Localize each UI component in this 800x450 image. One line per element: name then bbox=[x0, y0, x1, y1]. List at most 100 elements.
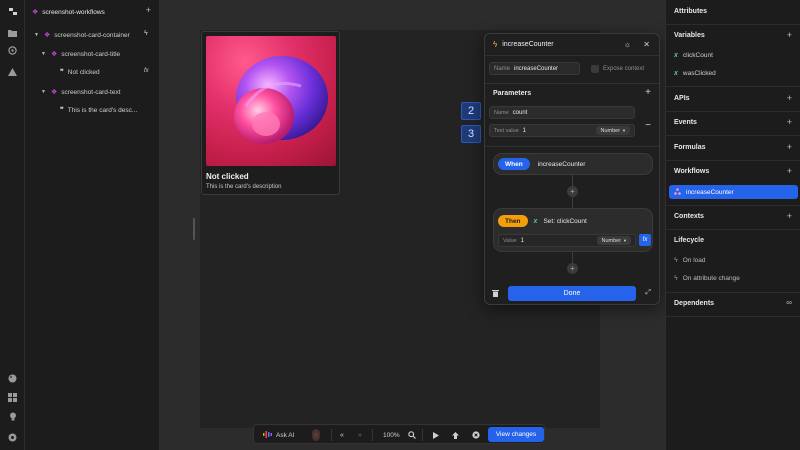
link-icon[interactable]: ∞ bbox=[786, 298, 792, 307]
type-select[interactable]: Number ▼ bbox=[596, 126, 630, 135]
remove-parameter-button[interactable]: − bbox=[645, 120, 651, 131]
type-select-label: Number bbox=[600, 127, 621, 134]
expand-icon[interactable]: ⤢ bbox=[645, 289, 651, 297]
add-api-button[interactable]: + bbox=[787, 93, 792, 103]
resize-handle[interactable] bbox=[193, 218, 195, 240]
lightbulb-icon[interactable] bbox=[7, 411, 18, 422]
dependents-heading[interactable]: Dependents bbox=[674, 300, 714, 307]
workflows-heading[interactable]: Workflows bbox=[674, 168, 709, 175]
add-workflow-button[interactable]: + bbox=[787, 166, 792, 176]
lightning-icon: ϟ bbox=[144, 30, 148, 37]
variable-item[interactable]: x clickCount bbox=[674, 52, 713, 59]
help-icon[interactable] bbox=[7, 432, 18, 443]
divider bbox=[422, 429, 423, 441]
trash-icon[interactable] bbox=[492, 289, 499, 299]
divider bbox=[666, 205, 800, 206]
divider bbox=[666, 135, 800, 136]
variables-heading[interactable]: Variables bbox=[674, 32, 705, 39]
workflow-name-field[interactable]: Name increaseCounter bbox=[489, 62, 580, 75]
add-formula-button[interactable]: + bbox=[787, 142, 792, 152]
action-block[interactable]: Then x Set: clickCount Value 1 Number ▼ … bbox=[493, 208, 653, 252]
view-changes-button[interactable]: View changes bbox=[488, 427, 544, 442]
workflow-name-value: increaseCounter bbox=[514, 65, 559, 72]
annotation-badge: 2 bbox=[461, 102, 481, 120]
component-icon[interactable] bbox=[7, 45, 18, 56]
chevron-down-icon[interactable]: ▼ bbox=[41, 89, 47, 95]
popup-header: ϟ increaseCounter ☼ ✕ bbox=[485, 34, 659, 56]
rewind-icon[interactable]: « bbox=[340, 425, 344, 445]
formula-button[interactable]: fx bbox=[639, 234, 651, 246]
events-heading[interactable]: Events bbox=[674, 119, 697, 126]
warning-icon[interactable] bbox=[7, 66, 18, 77]
card-title: Not clicked bbox=[206, 172, 249, 181]
apps-icon[interactable] bbox=[7, 392, 18, 403]
checkbox[interactable] bbox=[591, 65, 599, 73]
lifecycle-item[interactable]: ϟ On load bbox=[674, 257, 706, 264]
bug-icon[interactable]: ☼ bbox=[624, 40, 631, 49]
parameters-heading: Parameters bbox=[493, 90, 532, 97]
chevron-down-icon: ▼ bbox=[623, 238, 627, 243]
divider bbox=[331, 429, 332, 441]
tree-item-label: This is the card's desc... bbox=[67, 106, 138, 114]
name-label: Name bbox=[494, 65, 511, 72]
action-value-field[interactable]: Value 1 Number ▼ bbox=[498, 234, 636, 247]
add-variable-button[interactable]: + bbox=[787, 30, 792, 40]
param-name-label: Name bbox=[494, 109, 509, 116]
tree-item[interactable]: ▼ ❖ screenshot-card-container bbox=[34, 28, 130, 42]
add-event-button[interactable]: + bbox=[787, 117, 792, 127]
add-step-button[interactable]: + bbox=[567, 186, 578, 197]
workflow-item-selected[interactable]: increaseCounter bbox=[669, 185, 798, 199]
close-circle-icon[interactable] bbox=[472, 425, 480, 445]
card-description: This is the card's description bbox=[206, 184, 282, 190]
lifecycle-item[interactable]: ϟ On attribute change bbox=[674, 275, 740, 282]
record-icon[interactable] bbox=[312, 425, 320, 445]
ask-ai-button[interactable]: Ask AI bbox=[263, 425, 294, 445]
type-select[interactable]: Number ▼ bbox=[597, 236, 631, 245]
add-element-button[interactable]: + bbox=[146, 5, 151, 15]
element-tree-panel: ❖ screenshot-workflows + ▼ ❖ screenshot-… bbox=[25, 0, 160, 450]
zoom-icon[interactable] bbox=[408, 425, 416, 445]
divider bbox=[485, 146, 659, 147]
expose-context-toggle[interactable]: Expose context bbox=[591, 65, 644, 73]
variable-item[interactable]: x wasClicked bbox=[674, 70, 716, 77]
divider bbox=[666, 86, 800, 87]
add-parameter-button[interactable]: + bbox=[645, 87, 651, 98]
variable-icon: x bbox=[674, 70, 678, 77]
fast-forward-icon[interactable]: » bbox=[358, 425, 362, 445]
tree-item[interactable]: ▼ ❖ screenshot-card-title bbox=[41, 47, 120, 61]
app-logo-icon[interactable] bbox=[7, 6, 18, 17]
add-step-button[interactable]: + bbox=[567, 263, 578, 274]
contexts-heading[interactable]: Contexts bbox=[674, 213, 704, 220]
divider bbox=[666, 316, 800, 317]
palette-icon[interactable] bbox=[7, 373, 18, 384]
chevron-down-icon[interactable]: ▼ bbox=[41, 51, 47, 57]
apis-heading[interactable]: APIs bbox=[674, 95, 690, 102]
properties-panel: Attributes Variables + x clickCount x wa… bbox=[665, 0, 800, 450]
chevron-down-icon[interactable]: ▼ bbox=[34, 32, 40, 38]
add-context-button[interactable]: + bbox=[787, 211, 792, 221]
close-icon[interactable]: ✕ bbox=[643, 40, 650, 49]
tree-item-label: screenshot-card-container bbox=[54, 31, 130, 39]
trigger-block[interactable]: When increaseCounter bbox=[493, 153, 653, 175]
tree-item[interactable]: ❞ Not clicked bbox=[60, 65, 100, 79]
tree-root[interactable]: ❖ screenshot-workflows bbox=[32, 5, 105, 19]
upload-icon[interactable] bbox=[452, 425, 459, 445]
done-button[interactable]: Done bbox=[508, 286, 636, 301]
zoom-level[interactable]: 100% bbox=[383, 425, 400, 445]
play-icon[interactable] bbox=[433, 425, 439, 445]
lightning-icon: ϟ bbox=[674, 257, 678, 264]
formulas-heading[interactable]: Formulas bbox=[674, 144, 706, 151]
attributes-heading[interactable]: Attributes bbox=[674, 8, 707, 15]
tree-item[interactable]: ❞ This is the card's desc... bbox=[60, 103, 137, 117]
variable-label: wasClicked bbox=[682, 70, 716, 77]
test-value-field[interactable]: Test value 1 Number ▼ bbox=[489, 124, 635, 137]
tree-item[interactable]: ▼ ❖ screenshot-card-text bbox=[41, 85, 121, 99]
folder-icon[interactable] bbox=[7, 27, 18, 38]
param-name-field[interactable]: Name count bbox=[489, 106, 635, 119]
quote-icon: ❞ bbox=[60, 107, 64, 114]
card-component[interactable]: Not clicked This is the card's descripti… bbox=[201, 31, 340, 195]
workflow-editor-popup: ϟ increaseCounter ☼ ✕ Name increaseCount… bbox=[484, 33, 660, 305]
variable-icon: x bbox=[533, 217, 538, 225]
formula-icon: fx bbox=[144, 68, 149, 74]
component-icon: ❖ bbox=[32, 9, 39, 16]
